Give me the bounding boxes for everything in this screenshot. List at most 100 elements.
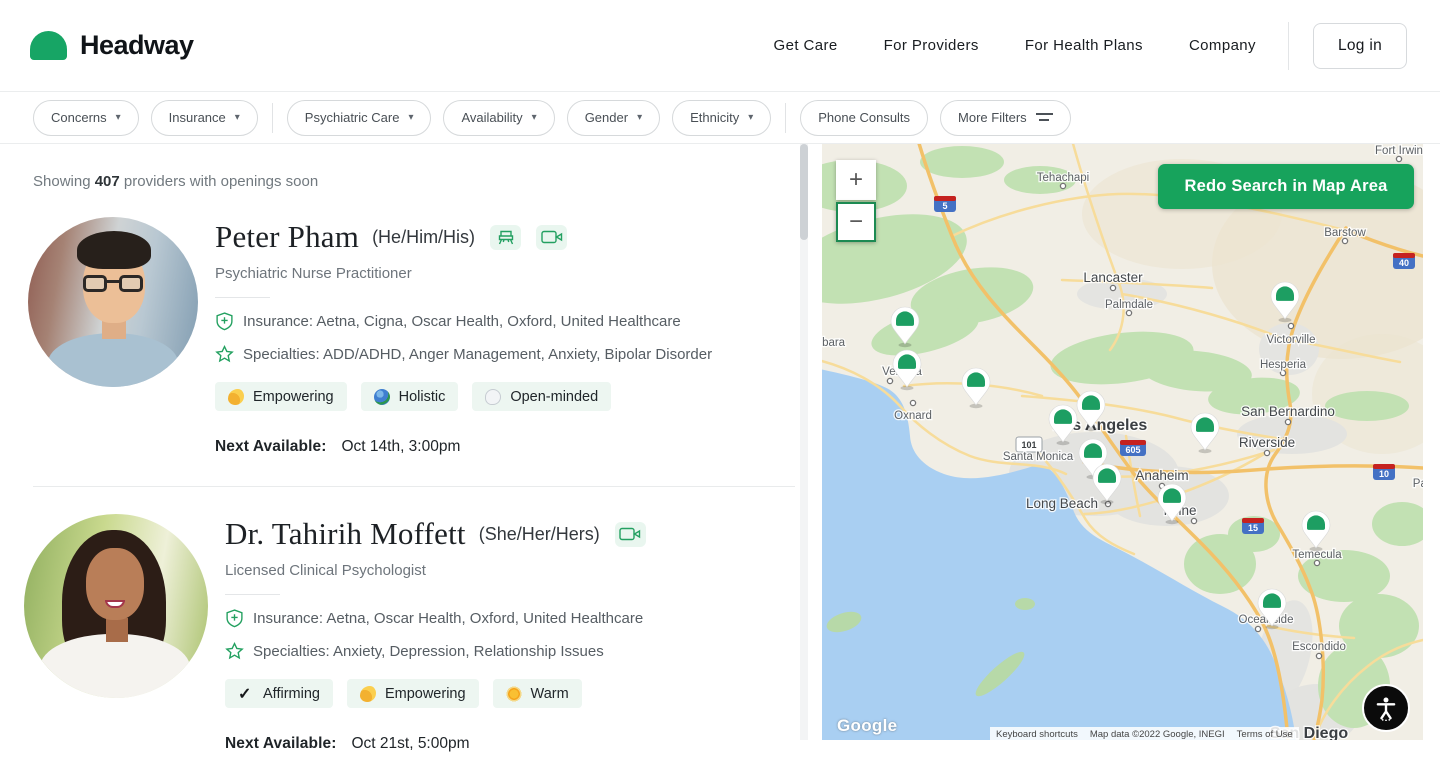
trait-badge: Open-minded [472, 382, 611, 411]
filter-ethnicity[interactable]: Ethnicity▾ [672, 100, 771, 136]
provider-title: Licensed Clinical Psychologist [225, 562, 800, 579]
star-icon [225, 642, 244, 661]
specialties-text: Specialties: ADD/ADHD, Anger Management,… [243, 346, 712, 363]
provider-list: Showing 407 providers with openings soon… [0, 144, 808, 777]
filter-more-filters[interactable]: More Filters [940, 100, 1071, 136]
muscle-icon [360, 686, 376, 702]
map-data-text: Map data ©2022 Google, INEGI [1084, 727, 1231, 740]
nav-for-health-plans[interactable]: For Health Plans [1025, 37, 1143, 54]
filter-gender[interactable]: Gender▾ [567, 100, 660, 136]
city-label: Hesperia [1260, 359, 1307, 371]
provider-photo[interactable] [28, 217, 198, 387]
provider-name[interactable]: Peter Pham [215, 219, 359, 255]
highway-shield: 5 [934, 196, 956, 212]
city-dot [1255, 626, 1260, 631]
list-scrollbar[interactable] [800, 144, 808, 740]
in-person-icon [490, 225, 521, 250]
keyboard-shortcuts-link[interactable]: Keyboard shortcuts [990, 727, 1084, 740]
trait-badges: Affirming Empowering Warm [225, 679, 800, 708]
city-label: Tehachapi [1037, 172, 1089, 184]
terms-of-use-link[interactable]: Terms of Use [1231, 727, 1299, 740]
globe-icon [374, 389, 390, 405]
accessibility-person-icon [1373, 695, 1399, 721]
card-divider [33, 486, 795, 487]
chevron-down-icon: ▾ [116, 112, 121, 123]
divider [225, 594, 280, 595]
headway-logo[interactable]: Headway [30, 30, 194, 61]
redo-search-button[interactable]: Redo Search in Map Area [1158, 164, 1414, 209]
svg-text:5: 5 [942, 201, 947, 211]
next-available: Next Available: Oct 21st, 5:00pm [225, 735, 800, 753]
nav-links: Get Care For Providers For Health Plans … [774, 37, 1256, 54]
city-dot [887, 378, 892, 383]
trait-badge: Warm [493, 679, 582, 708]
video-icon [536, 225, 567, 250]
city-dot [1285, 419, 1290, 424]
specialties-row: Specialties: Anxiety, Depression, Relati… [225, 642, 800, 661]
filter-availability[interactable]: Availability▾ [443, 100, 554, 136]
city-label: Barstow [1324, 227, 1366, 239]
sun-icon [506, 686, 522, 702]
thought-balloon-icon [485, 389, 501, 405]
star-icon [215, 345, 234, 364]
highway-shield: 101 [1016, 437, 1042, 452]
scrollbar-thumb[interactable] [800, 144, 808, 240]
insurance-text: Insurance: Aetna, Oscar Health, Oxford, … [253, 610, 643, 627]
nav-get-care[interactable]: Get Care [774, 37, 838, 54]
map-canvas[interactable]: 5401016051015Fort IrwinTehachapiBarstowL… [822, 144, 1423, 740]
trait-badge: Holistic [361, 382, 459, 411]
zoom-in-button[interactable]: + [836, 160, 876, 200]
specialties-text: Specialties: Anxiety, Depression, Relati… [253, 643, 604, 660]
trait-badge: Affirming [225, 679, 333, 708]
trait-badge: Empowering [215, 382, 347, 411]
provider-name[interactable]: Dr. Tahirih Moffett [225, 516, 466, 552]
chevron-down-icon: ▾ [637, 112, 642, 123]
city-label: Riverside [1239, 435, 1295, 450]
nav-for-providers[interactable]: For Providers [884, 37, 979, 54]
city-dot [1264, 450, 1269, 455]
filter-psychiatric-care[interactable]: Psychiatric Care▾ [287, 100, 432, 136]
trait-badge: Empowering [347, 679, 479, 708]
filter-divider [785, 103, 786, 133]
city-dot [1316, 653, 1321, 658]
nav-company[interactable]: Company [1189, 37, 1256, 54]
highway-shield: 15 [1242, 518, 1264, 534]
city-label: San Bernardino [1241, 404, 1335, 419]
login-button[interactable]: Log in [1313, 23, 1407, 69]
brand-name: Headway [80, 30, 194, 61]
accessibility-button[interactable] [1362, 684, 1410, 732]
zoom-out-button[interactable]: − [836, 202, 876, 242]
city-label: Fort Irwin [1375, 145, 1423, 157]
city-dot [1110, 285, 1115, 290]
provider-card[interactable]: Peter Pham (He/Him/His) Psychiatric Nurs… [0, 217, 808, 456]
map-zoom-controls: + − [836, 160, 876, 242]
city-label: Santa Monica [1003, 451, 1074, 463]
city-dot [1126, 310, 1131, 315]
insurance-row: Insurance: Aetna, Oscar Health, Oxford, … [225, 609, 800, 628]
highway-shield: 40 [1393, 253, 1415, 269]
filter-phone-consults[interactable]: Phone Consults [800, 100, 928, 136]
filter-bar: Concerns▾ Insurance▾ Psychiatric Care▾ A… [0, 92, 1440, 144]
muscle-icon [228, 389, 244, 405]
city-dot [1191, 518, 1196, 523]
chevron-down-icon: ▾ [408, 112, 413, 123]
insurance-row: Insurance: Aetna, Cigna, Oscar Health, O… [215, 312, 790, 331]
filter-insurance[interactable]: Insurance▾ [151, 100, 258, 136]
city-label: Lancaster [1083, 270, 1143, 285]
google-logo[interactable]: Google [837, 716, 897, 736]
map-attribution: Keyboard shortcuts Map data ©2022 Google… [990, 727, 1299, 740]
city-label: Long Beach [1026, 496, 1098, 511]
provider-card[interactable]: Dr. Tahirih Moffett (She/Her/Hers) Licen… [0, 514, 808, 753]
filter-concerns[interactable]: Concerns▾ [33, 100, 139, 136]
city-dot [1314, 560, 1319, 565]
city-label: Anaheim [1135, 468, 1188, 483]
city-dot [1396, 156, 1401, 161]
provider-photo[interactable] [24, 514, 208, 698]
next-available-value: Oct 14th, 3:00pm [341, 438, 460, 456]
next-available-value: Oct 21st, 5:00pm [351, 735, 469, 753]
city-dot [1280, 370, 1285, 375]
city-dot [1060, 183, 1065, 188]
city-dot [910, 400, 915, 405]
city-dot [1288, 323, 1293, 328]
filter-divider [272, 103, 273, 133]
